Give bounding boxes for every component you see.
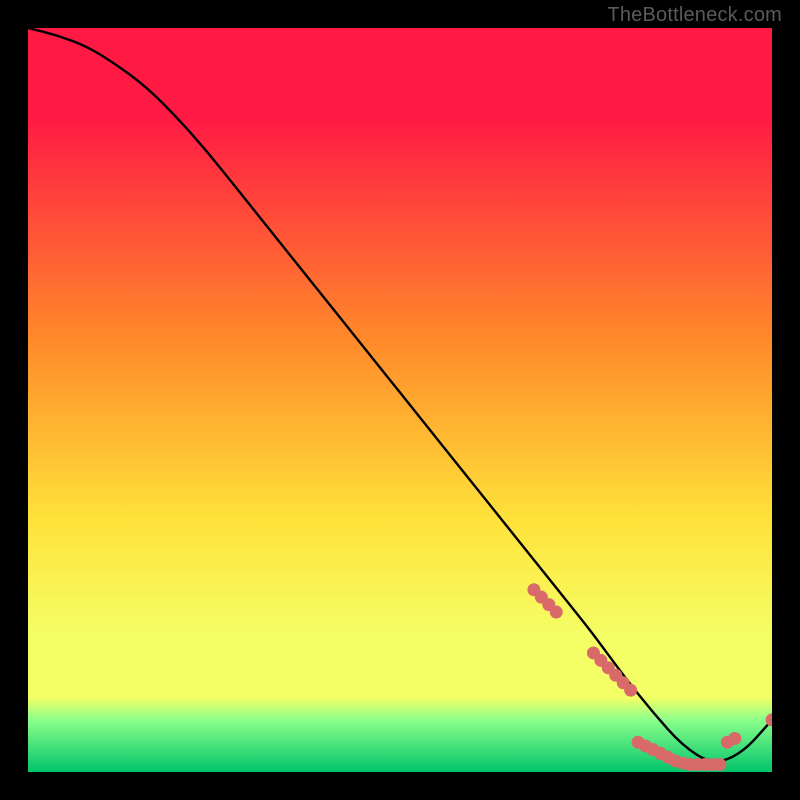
- watermark-text: TheBottleneck.com: [607, 4, 782, 27]
- plot-area: [28, 28, 772, 772]
- chart-svg: [28, 28, 772, 772]
- chart-container: TheBottleneck.com: [0, 0, 800, 800]
